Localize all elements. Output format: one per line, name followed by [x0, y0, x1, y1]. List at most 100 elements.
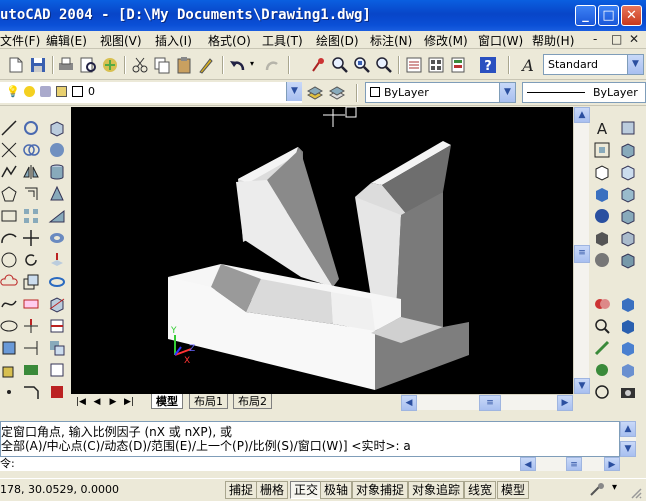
new-file-icon[interactable]	[6, 55, 26, 75]
linetype-select[interactable]: ByLayer	[522, 82, 646, 103]
shade-flat-icon[interactable]	[619, 339, 637, 357]
make-object-layer-current-icon[interactable]	[305, 83, 325, 103]
construction-line-icon[interactable]	[0, 141, 18, 159]
snap-toggle[interactable]: 捕捉	[225, 481, 258, 499]
insert-block-icon[interactable]	[0, 339, 18, 357]
extrude-icon[interactable]	[48, 251, 66, 269]
tab-prev-button[interactable]: ◀	[90, 395, 104, 409]
erase-icon[interactable]	[22, 119, 40, 137]
orbit-icon[interactable]	[593, 383, 611, 401]
tab-layout1[interactable]: 布局1	[189, 394, 228, 409]
region-icon[interactable]	[593, 141, 611, 159]
view-back-icon[interactable]	[619, 229, 637, 247]
view-bottom-icon[interactable]	[619, 141, 637, 159]
section-icon[interactable]	[48, 317, 66, 335]
render-icon[interactable]	[593, 361, 611, 379]
doc-restore-button[interactable]: □	[611, 32, 622, 46]
menu-help[interactable]: 帮助(H)	[532, 32, 574, 49]
statusbar-menu-icon[interactable]: ▾	[612, 482, 617, 493]
otrack-toggle[interactable]: 对象追踪	[408, 481, 465, 499]
scroll-down-button[interactable]: ▼	[574, 378, 590, 394]
solid-cylinder-icon[interactable]	[593, 251, 611, 269]
doc-minimize-button[interactable]: -	[593, 32, 597, 46]
setup-drawing-icon[interactable]	[48, 361, 66, 379]
resize-grip-icon[interactable]	[628, 485, 642, 499]
menu-window[interactable]: 窗口(W)	[478, 32, 523, 49]
dimension-style-icon[interactable]: A	[593, 119, 611, 137]
scroll-left-button[interactable]: ◀	[401, 395, 417, 411]
print-icon[interactable]	[56, 55, 76, 75]
chevron-down-icon[interactable]: ▼	[499, 83, 515, 102]
color-select[interactable]: ByLayer ▼	[365, 82, 516, 103]
revision-cloud-icon[interactable]	[0, 273, 18, 291]
menu-view[interactable]: 视图(V)	[100, 32, 142, 49]
trim-icon[interactable]	[22, 317, 40, 335]
solid-cube-icon[interactable]	[593, 229, 611, 247]
command-scrollbar[interactable]: ▲ ▼	[620, 421, 636, 457]
box-icon[interactable]	[48, 119, 66, 137]
point-icon[interactable]	[0, 383, 18, 401]
slice-icon[interactable]	[48, 295, 66, 313]
paste-icon[interactable]	[174, 55, 194, 75]
menu-tools[interactable]: 工具(T)	[262, 32, 303, 49]
view-front-icon[interactable]	[619, 207, 637, 225]
help-icon[interactable]: ?	[478, 55, 498, 75]
publish-icon[interactable]	[100, 55, 120, 75]
layer-freeze-icon[interactable]	[24, 86, 35, 97]
layer-lock-icon[interactable]	[40, 86, 51, 97]
cone-icon[interactable]	[48, 185, 66, 203]
minimize-button[interactable]: _	[575, 5, 596, 26]
polyline-icon[interactable]	[0, 163, 18, 181]
camera-icon[interactable]	[619, 383, 637, 401]
redo-icon[interactable]	[262, 55, 282, 75]
menu-modify[interactable]: 修改(M)	[424, 32, 468, 49]
text-style-icon[interactable]: A	[518, 55, 538, 75]
make-block-icon[interactable]	[0, 361, 18, 379]
menu-format[interactable]: 格式(O)	[208, 32, 251, 49]
menu-insert[interactable]: 插入(I)	[155, 32, 192, 49]
view-iso-icon[interactable]	[619, 251, 637, 269]
torus-icon[interactable]	[48, 229, 66, 247]
zoom-realtime-icon[interactable]	[330, 55, 350, 75]
shade-icon[interactable]	[619, 295, 637, 313]
wedge-icon[interactable]	[48, 207, 66, 225]
mirror-icon[interactable]	[22, 163, 40, 181]
cut-icon[interactable]	[130, 55, 150, 75]
view-top-icon[interactable]	[619, 119, 637, 137]
arc-icon[interactable]	[0, 229, 18, 247]
scroll-right-button[interactable]: ▶	[604, 457, 620, 471]
rectangle-icon[interactable]	[0, 207, 18, 225]
boundary-icon[interactable]	[593, 163, 611, 181]
command-hscroll[interactable]: ◀ ≡ ▶	[520, 457, 620, 471]
lineweight-toggle[interactable]: 线宽	[464, 481, 497, 499]
copy-object-icon[interactable]	[22, 141, 40, 159]
solid-sphere-icon[interactable]	[593, 207, 611, 225]
scale-icon[interactable]	[22, 273, 40, 291]
setup-view-icon[interactable]	[48, 383, 66, 401]
save-icon[interactable]	[28, 55, 48, 75]
hscroll-thumb[interactable]: ≡	[479, 395, 501, 411]
layer-select[interactable]: 💡 0 ▼	[0, 82, 302, 103]
close-button[interactable]: ✕	[621, 5, 642, 26]
scroll-up-button[interactable]: ▲	[620, 421, 636, 437]
undo-icon[interactable]	[228, 55, 248, 75]
pan-realtime-icon[interactable]	[308, 55, 328, 75]
break-icon[interactable]	[22, 361, 40, 379]
spline-icon[interactable]	[0, 295, 18, 313]
offset-icon[interactable]	[22, 185, 40, 203]
ortho-toggle[interactable]: 正交	[290, 481, 323, 499]
tab-next-button[interactable]: ▶	[106, 395, 120, 409]
circle-icon[interactable]	[0, 251, 18, 269]
menu-edit[interactable]: 编辑(E)	[46, 32, 87, 49]
view-right-icon[interactable]	[619, 185, 637, 203]
shade-gouraud-icon[interactable]	[619, 317, 637, 335]
union-icon[interactable]	[593, 295, 611, 313]
revolve-icon[interactable]	[48, 273, 66, 291]
tool-palettes-icon[interactable]	[448, 55, 468, 75]
light-icon[interactable]	[593, 339, 611, 357]
line-icon[interactable]	[0, 119, 18, 137]
chevron-down-icon[interactable]: ▼	[627, 55, 643, 74]
layer-on-icon[interactable]: 💡	[6, 82, 20, 101]
layer-previous-icon[interactable]	[327, 83, 347, 103]
doc-close-button[interactable]: ✕	[629, 32, 639, 46]
